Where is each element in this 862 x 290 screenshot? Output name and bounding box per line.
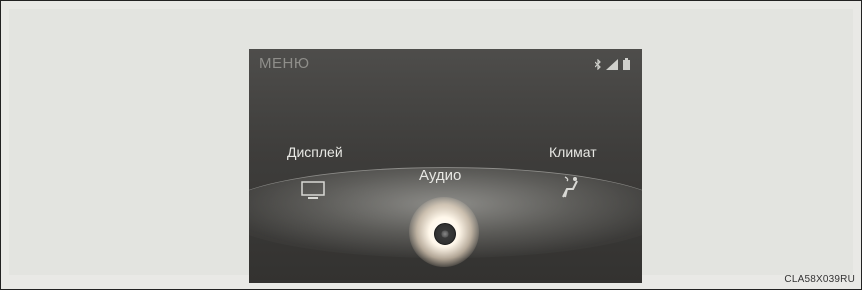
menu-item-audio-label[interactable]: Аудио	[419, 167, 461, 184]
menu-title: МЕНЮ	[259, 55, 310, 72]
figure-panel: МЕНЮ Дисплей Аудио Климат	[9, 9, 853, 283]
menu-item-display-label[interactable]: Дисплей	[287, 144, 343, 160]
figure-frame: МЕНЮ Дисплей Аудио Климат CLA58X039RU	[0, 0, 862, 290]
signal-icon	[606, 57, 618, 75]
menu-item-climate-label[interactable]: Климат	[549, 144, 597, 160]
bluetooth-icon	[594, 57, 601, 75]
figure-caption: CLA58X039RU	[784, 274, 855, 285]
climate-seat-icon[interactable]	[559, 175, 581, 204]
status-bar	[594, 57, 630, 75]
battery-icon	[623, 57, 630, 75]
menu-screen: МЕНЮ Дисплей Аудио Климат	[249, 49, 642, 283]
display-icon[interactable]	[301, 181, 325, 204]
audio-disc-icon[interactable]	[434, 223, 456, 245]
